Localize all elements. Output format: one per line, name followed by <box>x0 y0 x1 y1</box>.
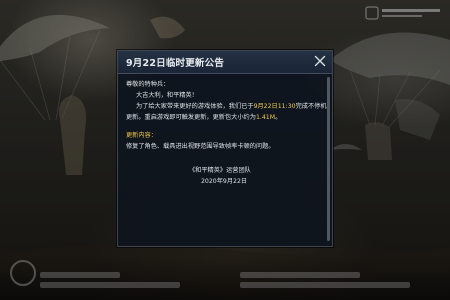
salutation-text: 大吉大利，和平精英！ <box>136 92 198 99</box>
brand-watermark <box>365 6 440 20</box>
bottom-hud <box>0 256 450 300</box>
date-text: 2020年9月22日 <box>201 178 248 185</box>
dialog-header: 9月22日临时更新公告 <box>118 51 332 74</box>
para1-after: 完成不停机 <box>295 103 327 110</box>
announcement-dialog: 9月22日临时更新公告 尊敬的特种兵： 大吉大利，和平精英！ 为了给大家带来更好… <box>117 50 333 247</box>
update-paragraph-line2: 更新。重启游戏即可触发更新，更新包大小约为1.41M。 <box>126 113 281 123</box>
para2-after: 。 <box>275 114 282 121</box>
para1-before: 为了给大家带来更好的游戏体验，我们已于 <box>136 103 254 110</box>
hud-logo-icon <box>10 260 36 286</box>
dialog-title: 9月22日临时更新公告 <box>126 58 225 69</box>
hud-bar <box>40 272 120 278</box>
hud-bar <box>240 282 410 288</box>
section-title: 更新内容： <box>126 132 157 139</box>
dialog-body: 尊敬的特种兵： 大吉大利，和平精英！ 为了给大家带来更好的游戏体验，我们已于9月… <box>118 74 332 246</box>
signature-text: 《和平精英》运营团队 <box>189 167 251 174</box>
update-time: 9月22日11:30 <box>253 103 296 110</box>
update-size: 1.41M <box>255 114 276 121</box>
hud-bar <box>40 282 180 288</box>
game-screen: 9月22日临时更新公告 尊敬的特种兵： 大吉大利，和平精英！ 为了给大家带来更好… <box>0 0 450 300</box>
hud-bar <box>240 272 360 278</box>
scrollbar[interactable] <box>327 77 330 241</box>
close-icon[interactable] <box>312 53 328 69</box>
update-paragraph-line1: 为了给大家带来更好的游戏体验，我们已于9月22日11:30完成不停机 <box>136 102 327 112</box>
para2-before: 更新。重启游戏即可触发更新，更新包大小约为 <box>126 114 256 121</box>
scrollbar-thumb[interactable] <box>327 77 330 241</box>
greeting-text: 尊敬的特种兵： <box>126 81 170 88</box>
section-item: 修复了角色、载具进出视野范围导致帧率卡顿的问题。 <box>126 143 275 150</box>
